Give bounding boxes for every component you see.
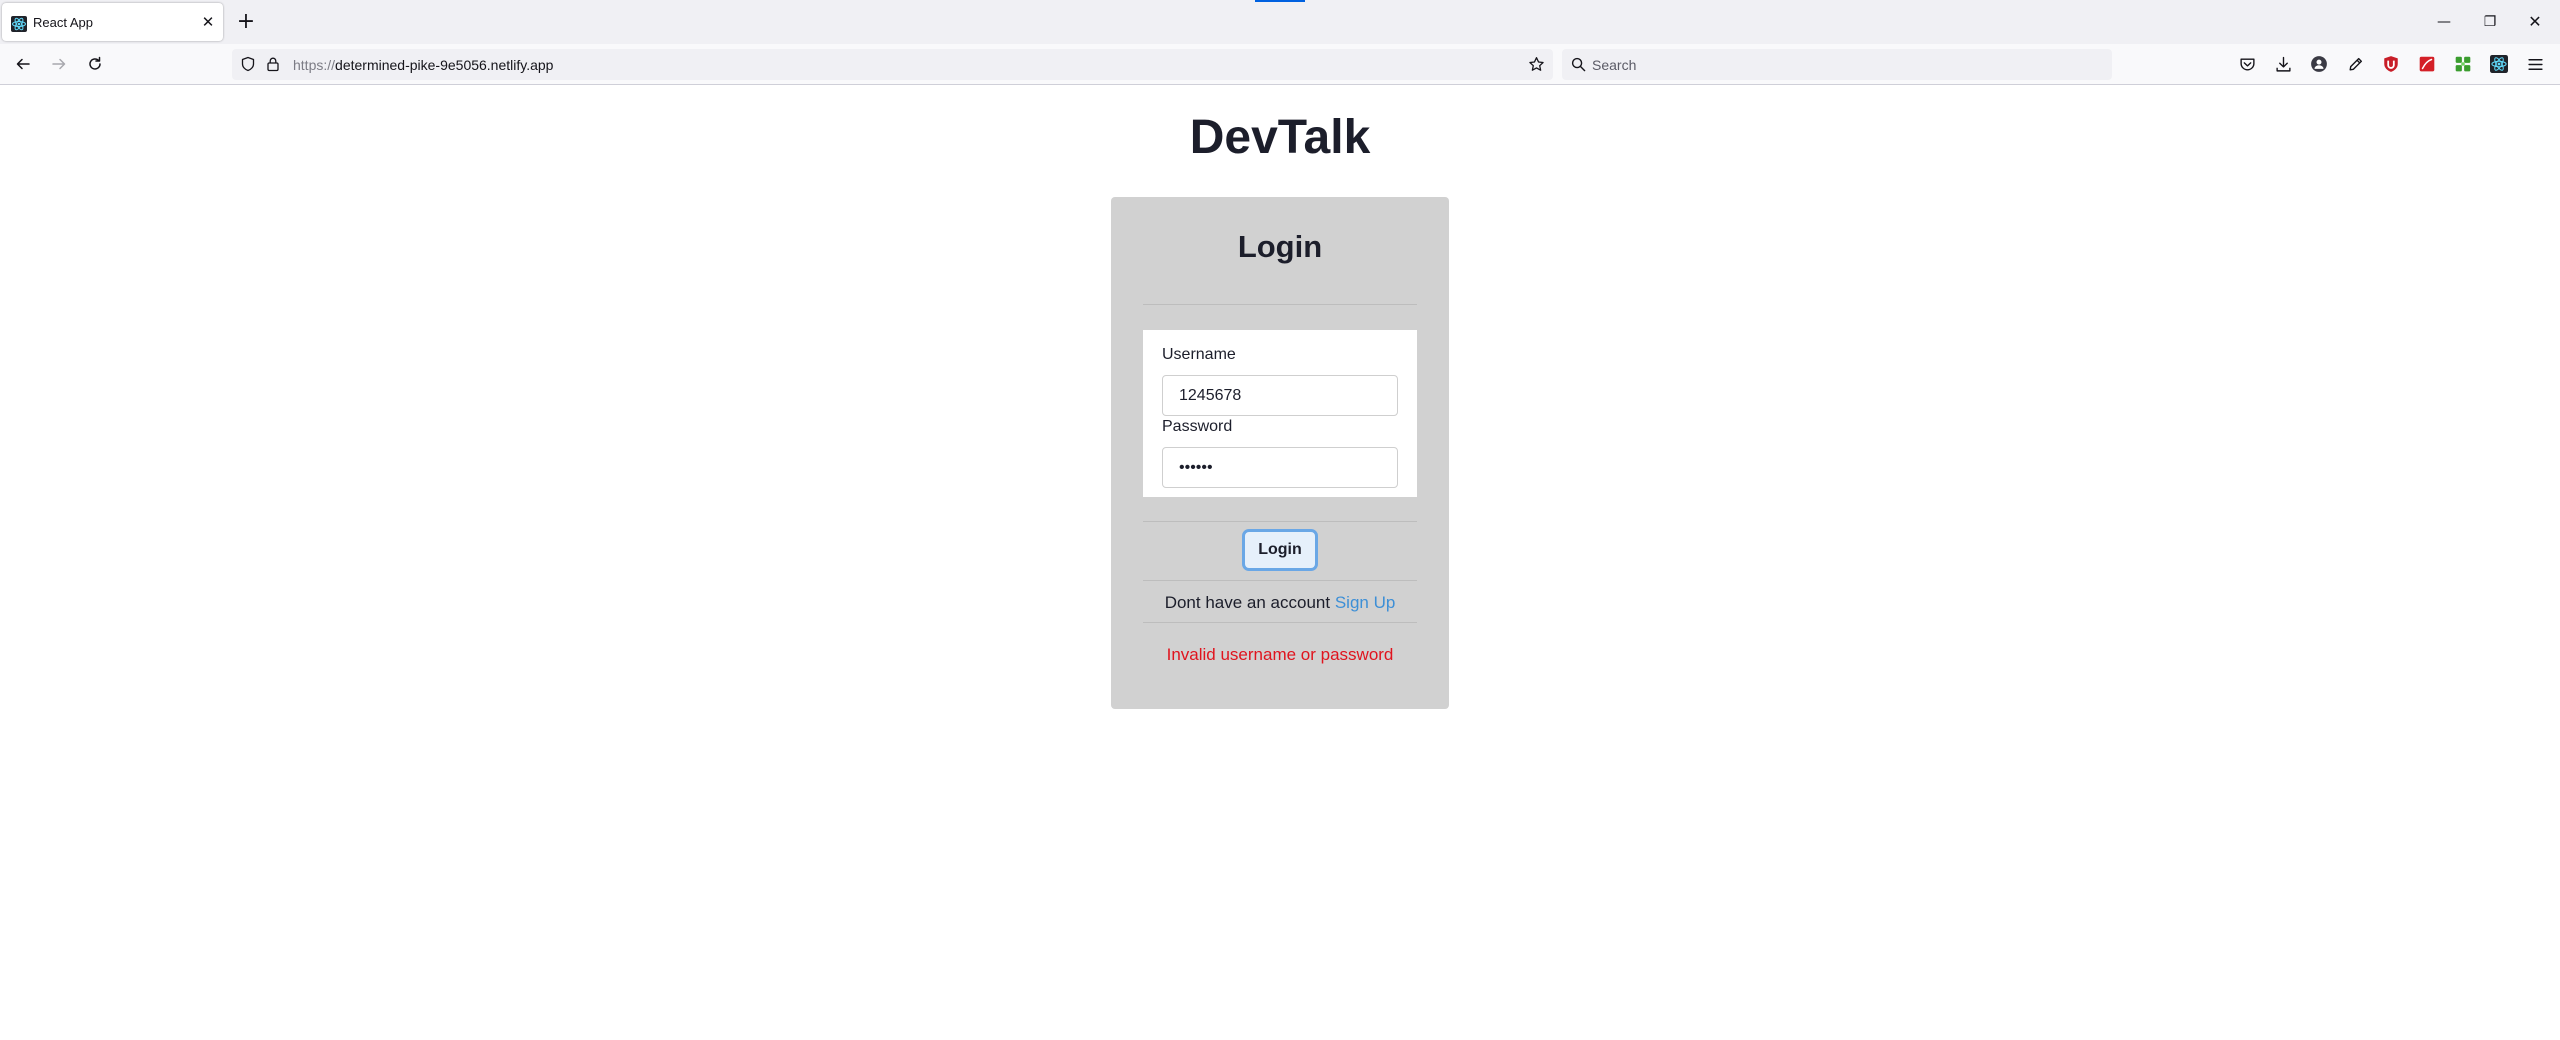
divider — [1143, 304, 1417, 305]
tab-react-app[interactable]: React App ✕ — [2, 3, 223, 41]
react-favicon-icon — [11, 16, 27, 32]
menu-icon[interactable] — [2525, 54, 2545, 74]
close-window-button[interactable]: ✕ — [2520, 8, 2550, 36]
divider — [1143, 521, 1417, 522]
ublock-icon[interactable] — [2381, 54, 2401, 74]
extension-puzzle-icon[interactable] — [2453, 54, 2473, 74]
tab-title: React App — [33, 15, 93, 30]
login-card-title: Login — [1237, 229, 1323, 264]
reload-icon — [89, 56, 101, 70]
tracking-protection-shield-icon[interactable] — [240, 56, 256, 77]
bookmark-star-icon[interactable] — [1528, 56, 1545, 78]
forward-button[interactable] — [46, 51, 72, 77]
url-host: determined-pike-9e5056.netlify.app — [335, 57, 554, 73]
back-arrow-icon — [16, 58, 30, 70]
tab-strip: React App ✕ + — ❐ ✕ — [0, 0, 2560, 44]
eyedropper-icon[interactable] — [2345, 54, 2365, 74]
signup-link[interactable]: Sign Up — [1335, 593, 1395, 612]
url-scheme: https:// — [293, 57, 336, 73]
forward-arrow-icon — [52, 58, 66, 70]
pocket-icon[interactable] — [2237, 54, 2257, 74]
url-text[interactable]: https://determined-pike-9e5056.netlify.a… — [293, 57, 553, 73]
downloads-icon[interactable] — [2273, 54, 2293, 74]
password-input[interactable] — [1162, 447, 1398, 488]
username-label: Username — [1162, 346, 1236, 363]
signup-prompt-text: Dont have an account — [1164, 593, 1331, 612]
account-icon[interactable] — [2309, 54, 2329, 74]
tab-close-icon[interactable]: ✕ — [197, 12, 219, 34]
signup-prompt: Dont have an account Sign Up — [1111, 593, 1449, 613]
minimize-window-button[interactable]: — — [2429, 8, 2459, 36]
navigation-toolbar: https://determined-pike-9e5056.netlify.a… — [0, 44, 2560, 85]
login-form: Username Password — [1143, 330, 1417, 497]
tab-strip-indicator — [1255, 0, 1305, 2]
new-tab-button[interactable]: + — [233, 9, 259, 35]
divider — [1143, 622, 1417, 623]
login-button[interactable]: Login — [1242, 529, 1318, 571]
password-label: Password — [1162, 418, 1233, 435]
app-title: DevTalk — [1189, 111, 1371, 164]
error-message: Invalid username or password — [1166, 645, 1394, 664]
address-bar[interactable]: https://determined-pike-9e5056.netlify.a… — [232, 49, 1553, 80]
back-button[interactable] — [10, 51, 36, 77]
username-input[interactable] — [1162, 375, 1398, 416]
restore-window-button[interactable]: ❐ — [2475, 8, 2505, 36]
divider — [1143, 580, 1417, 581]
react-devtools-icon[interactable] — [2489, 54, 2509, 74]
search-placeholder: Search — [1592, 57, 1637, 73]
search-icon — [1571, 57, 1586, 77]
lock-icon[interactable] — [265, 56, 281, 77]
page-viewport: DevTalk Login Username Password Login Do… — [0, 86, 2560, 1040]
reload-button[interactable] — [82, 51, 108, 77]
search-bar[interactable]: Search — [1562, 49, 2112, 80]
pdf-icon[interactable] — [2417, 54, 2437, 74]
login-card: Login Username Password Login Dont have … — [1111, 197, 1449, 709]
